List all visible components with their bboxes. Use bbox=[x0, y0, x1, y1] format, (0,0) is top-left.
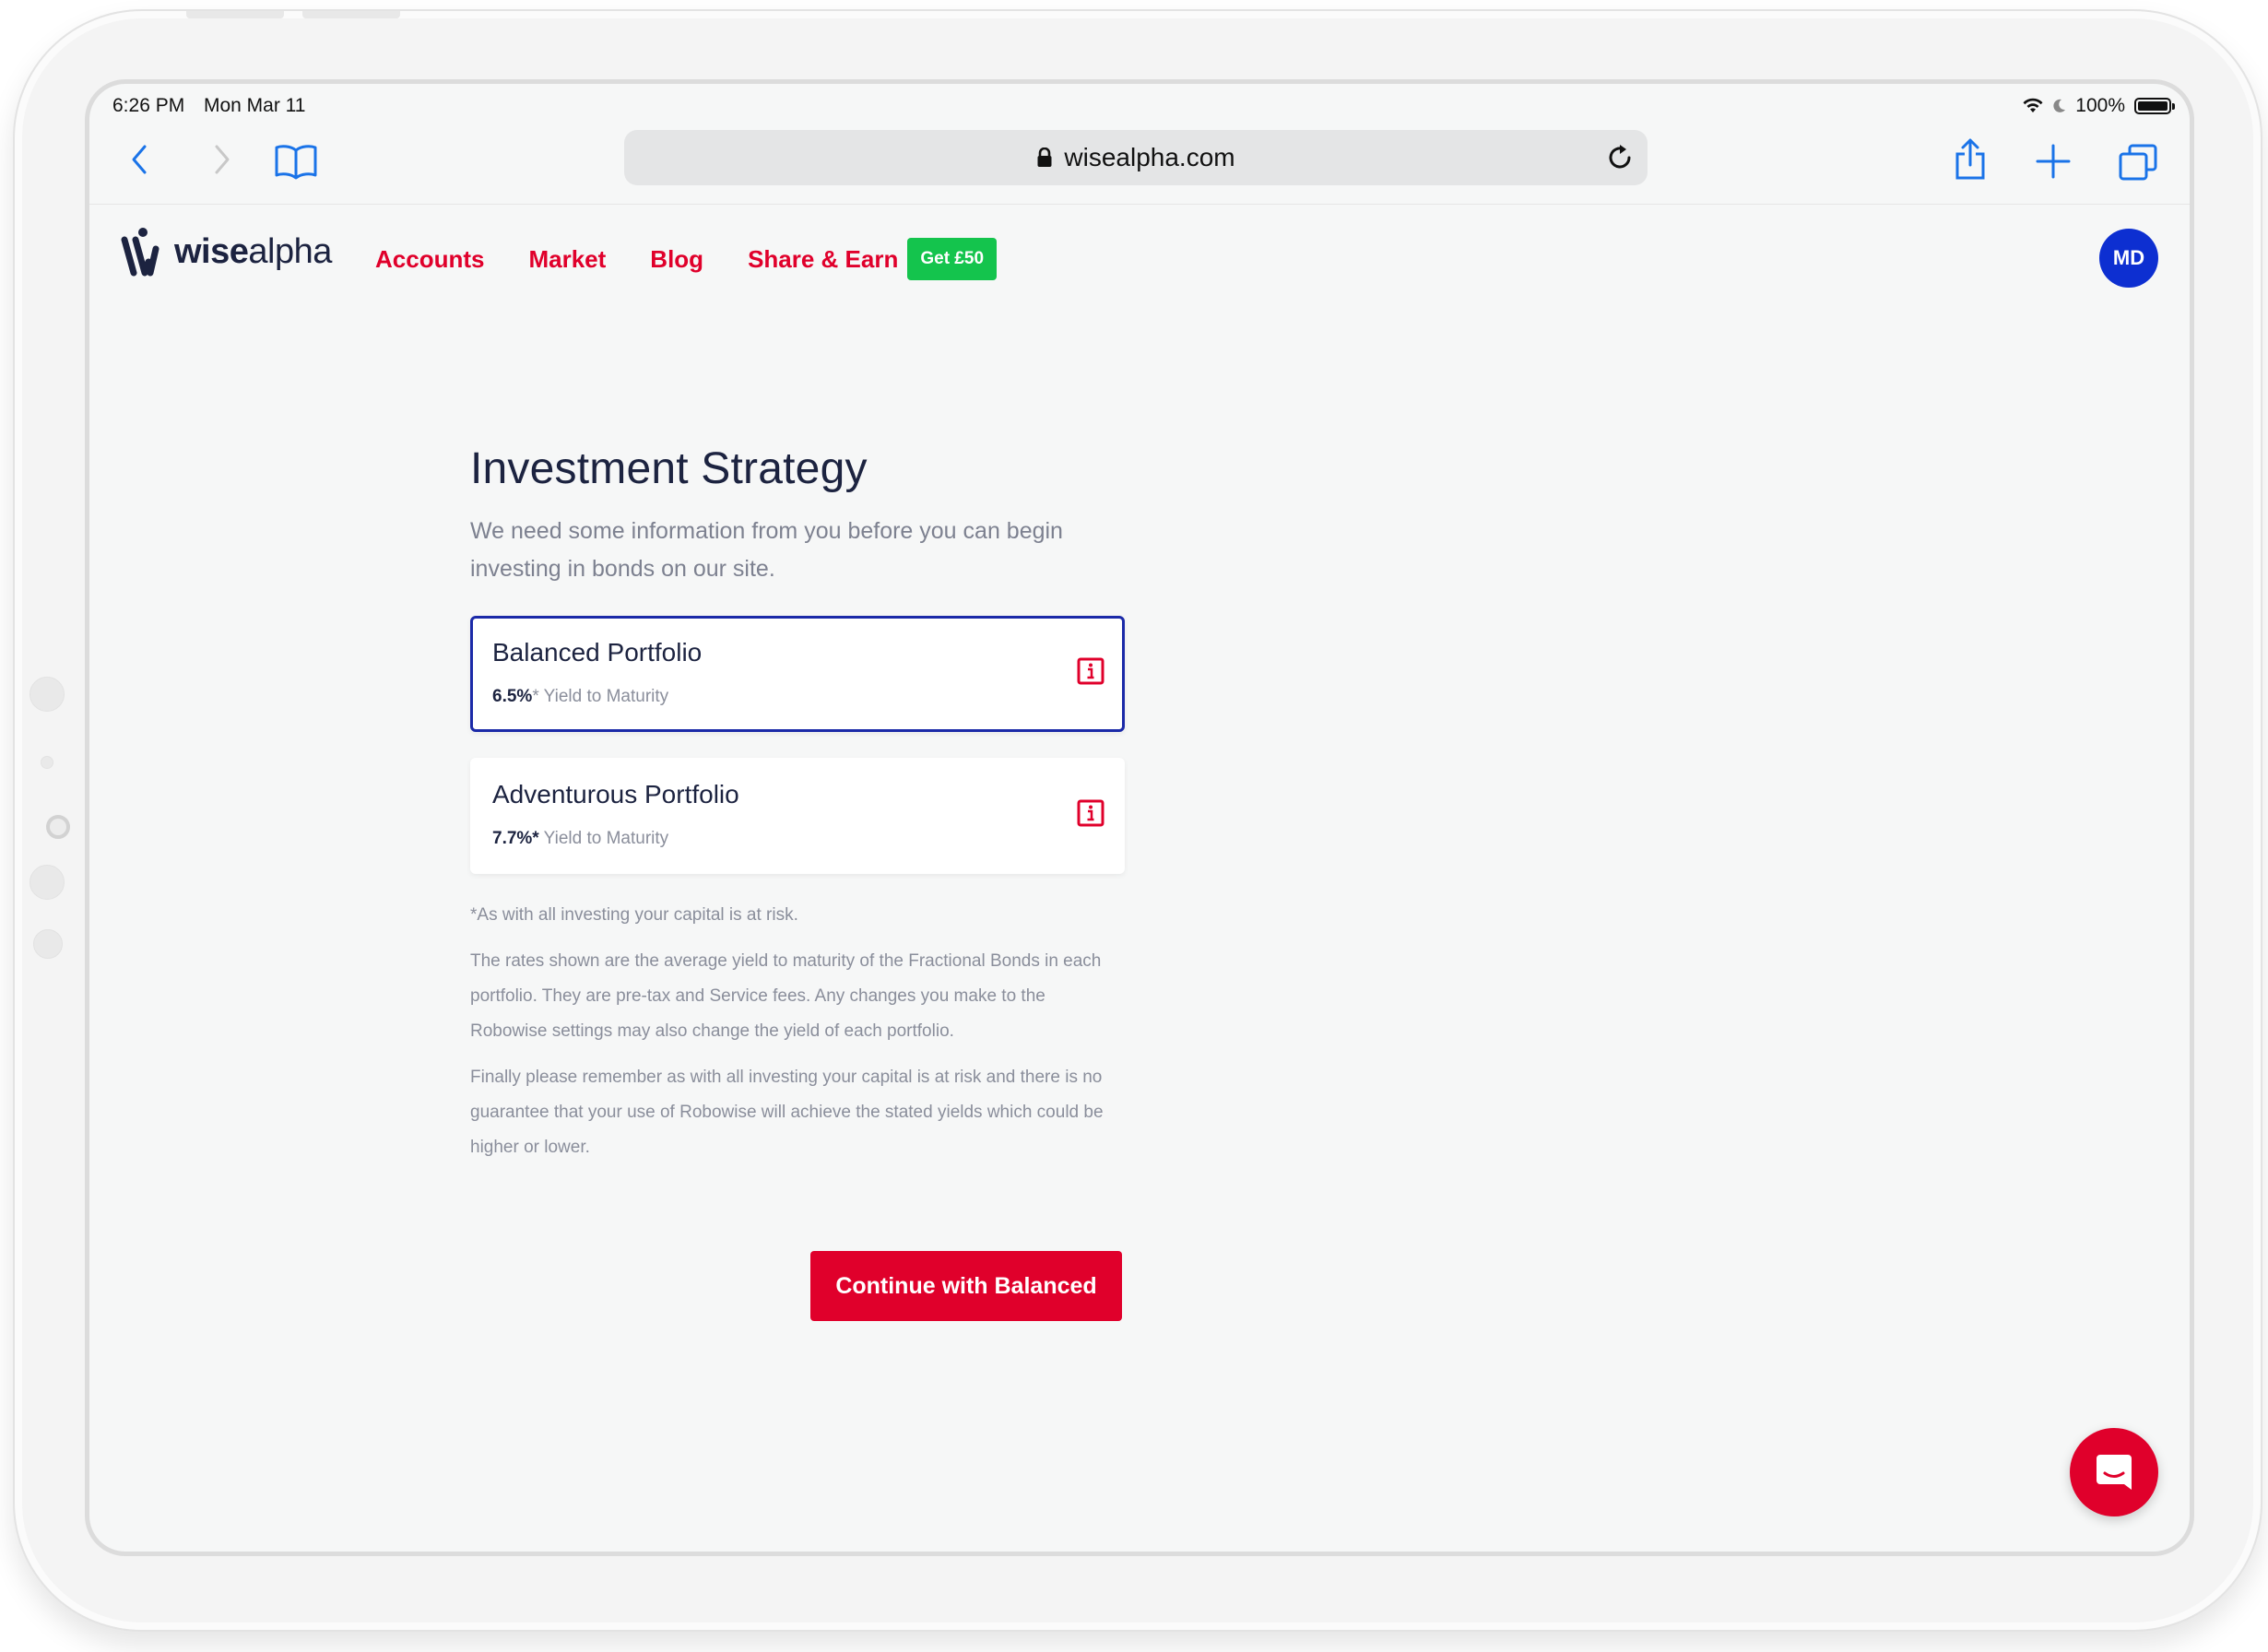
chevron-right-icon[interactable] bbox=[207, 143, 235, 176]
user-avatar[interactable]: MD bbox=[2099, 229, 2158, 288]
top-button bbox=[302, 11, 400, 18]
status-bar: 6:26 PM Mon Mar 11 100% bbox=[89, 84, 2190, 130]
reload-icon[interactable] bbox=[1605, 143, 1635, 172]
info-icon[interactable] bbox=[1077, 799, 1104, 827]
main-nav: Accounts Market Blog Share & Earn Get £5… bbox=[375, 238, 998, 280]
lock-icon bbox=[1036, 148, 1053, 168]
logo-text: wisealpha bbox=[174, 231, 332, 271]
top-button bbox=[186, 11, 284, 18]
browser-toolbar: wisealpha.com bbox=[89, 130, 2190, 205]
page-title: Investment Strategy bbox=[470, 444, 868, 493]
chevron-left-icon[interactable] bbox=[126, 143, 154, 176]
status-right: 100% bbox=[2022, 95, 2175, 117]
battery-icon bbox=[2134, 98, 2175, 114]
plus-icon[interactable] bbox=[2035, 143, 2072, 180]
wisealpha-logo-icon bbox=[121, 228, 159, 277]
risk-note: *As with all investing your capital is a… bbox=[470, 905, 798, 925]
site-header: wisealpha Accounts Market Blog Share & E… bbox=[89, 205, 2190, 297]
nav-share-earn[interactable]: Share & Earn bbox=[748, 245, 898, 274]
nav-accounts[interactable]: Accounts bbox=[375, 245, 484, 274]
continue-button[interactable]: Continue with Balanced bbox=[810, 1251, 1122, 1321]
portfolio-name: Balanced Portfolio bbox=[492, 638, 703, 667]
promo-badge[interactable]: Get £50 bbox=[907, 238, 998, 280]
portfolio-yield: 7.7%* Yield to Maturity bbox=[492, 829, 669, 848]
moon-icon bbox=[2053, 99, 2066, 112]
rates-note: The rates shown are the average yield to… bbox=[470, 951, 1102, 1041]
url-text: wisealpha.com bbox=[1064, 143, 1235, 171]
chat-icon bbox=[2097, 1455, 2132, 1490]
side-button bbox=[30, 677, 65, 712]
side-button bbox=[30, 865, 65, 900]
tabs-icon[interactable] bbox=[2118, 143, 2158, 182]
disclaimer-note: Finally please remember as with all inve… bbox=[470, 1068, 1104, 1157]
share-icon[interactable] bbox=[1952, 137, 1989, 182]
nav-blog[interactable]: Blog bbox=[650, 245, 703, 274]
book-icon[interactable] bbox=[274, 143, 318, 180]
info-icon[interactable] bbox=[1077, 657, 1104, 685]
page-subtitle: We need some information from you before… bbox=[470, 518, 1063, 582]
side-dot bbox=[41, 756, 53, 769]
portfolio-card-adventurous[interactable]: Adventurous Portfolio 7.7%* Yield to Mat… bbox=[470, 758, 1125, 874]
investment-strategy-form: Investment Strategy We need some informa… bbox=[470, 443, 1125, 1165]
portfolio-name: Adventurous Portfolio bbox=[492, 780, 739, 808]
nav-market[interactable]: Market bbox=[528, 245, 606, 274]
status-date: Mon Mar 11 bbox=[204, 95, 306, 116]
wisealpha-logo[interactable]: wisealpha bbox=[121, 227, 332, 277]
portfolio-card-balanced[interactable]: Balanced Portfolio 6.5%* Yield to Maturi… bbox=[470, 616, 1125, 732]
wifi-icon bbox=[2023, 98, 2043, 112]
battery-percent: 100% bbox=[2075, 95, 2125, 116]
portfolio-yield: 6.5%* Yield to Maturity bbox=[492, 687, 669, 706]
camera bbox=[46, 815, 70, 839]
address-bar[interactable]: wisealpha.com bbox=[624, 130, 1648, 185]
side-button bbox=[33, 929, 63, 959]
status-time: 6:26 PM bbox=[112, 95, 185, 116]
screen: 6:26 PM Mon Mar 11 100% wisealpha.com wi… bbox=[85, 79, 2194, 1556]
chat-launcher[interactable] bbox=[2070, 1428, 2158, 1516]
